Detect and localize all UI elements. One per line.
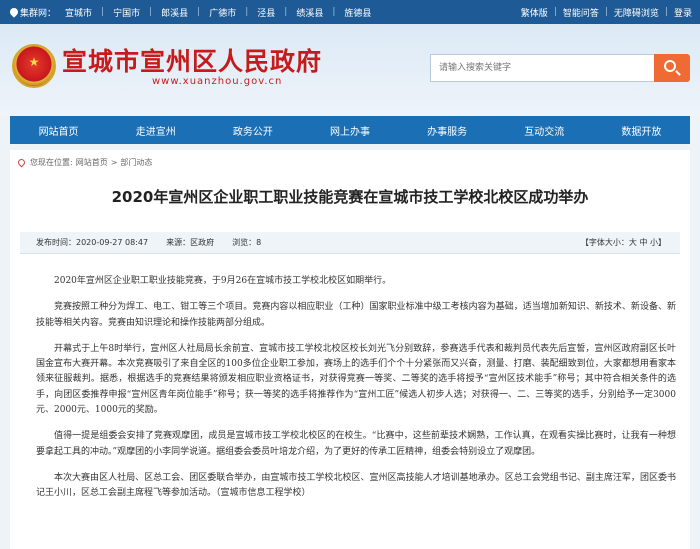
paragraph: 本次大赛由区人社局、区总工会、团区委联合举办，由宣城市技工学校北校区、宣州区高技… <box>36 472 676 499</box>
nav-open-data[interactable]: 数据开放 <box>593 116 690 144</box>
search-button[interactable] <box>654 54 690 82</box>
site-domain: www.xuanzhou.gov.cn <box>152 76 283 87</box>
site-header: ★ 宣城市宣州区人民政府 www.xuanzhou.gov.cn <box>0 24 700 116</box>
site-link-jingxian[interactable]: 泾县 <box>257 6 275 19</box>
site-link-jixi[interactable]: 绩溪县 <box>296 6 323 19</box>
publish-time: 发布时间：2020-09-27 08:47 <box>36 238 149 247</box>
site-link-ningguo[interactable]: 宁国市 <box>113 6 140 19</box>
search-box <box>430 54 690 82</box>
font-size-control[interactable]: 【字体大小：大 中 小】 <box>581 237 666 248</box>
site-title[interactable]: 宣城市宣州区人民政府 <box>62 42 322 78</box>
article-body: 2020年宣州区企业职工职业技能竞赛，于9月26在宣城市技工学校北校区如期举行。… <box>36 274 676 513</box>
breadcrumb-label: 您现在位置: <box>30 158 73 167</box>
article-meta: 发布时间：2020-09-27 08:47 来源：区政府 浏览：8 【字体大小：… <box>20 232 680 254</box>
nav-interaction[interactable]: 互动交流 <box>496 116 593 144</box>
smart-qa-link[interactable]: 智能问答 <box>563 6 599 19</box>
breadcrumb: 您现在位置: 网站首页 > 部门动态 <box>16 157 152 168</box>
paragraph: 开幕式于上午8时举行，宣州区人社局局长余前宣、宣城市技工学校北校区校长刘光飞分别… <box>36 343 676 416</box>
paragraph: 值得一提是组委会安排了竞赛观摩团，成员是宣城市技工学校北校区的在校生。“比赛中，… <box>36 431 676 457</box>
nav-gov-info[interactable]: 政务公开 <box>204 116 301 144</box>
location-pin-icon <box>16 157 27 168</box>
paragraph: 竞赛按照工种分为焊工、电工、钳工等三个项目。竞赛内容以相应职业（工种）国家职业标… <box>36 302 676 328</box>
site-link-xuancheng[interactable]: 宣城市 <box>65 6 92 19</box>
search-input[interactable] <box>430 54 656 82</box>
nav-services[interactable]: 办事服务 <box>399 116 496 144</box>
traditional-chinese-link[interactable]: 繁体版 <box>521 6 548 19</box>
breadcrumb-home[interactable]: 网站首页 <box>76 157 108 168</box>
location-icon <box>8 5 20 18</box>
site-link-jingde[interactable]: 旌德县 <box>344 6 371 19</box>
group-label: 集群网： <box>8 5 56 19</box>
article-title: 2020年宣州区企业职工职业技能竞赛在宣城市技工学校北校区成功举办 <box>111 188 589 206</box>
nav-about[interactable]: 走进宣州 <box>107 116 204 144</box>
view-count: 浏览：8 <box>232 238 262 247</box>
main-nav: 网站首页 走进宣州 政务公开 网上办事 办事服务 互动交流 数据开放 <box>10 116 690 144</box>
search-icon <box>664 60 676 72</box>
nav-home[interactable]: 网站首页 <box>10 116 107 144</box>
accessibility-link[interactable]: 无障碍浏览 <box>614 6 659 19</box>
login-link[interactable]: 登录 <box>674 6 692 19</box>
site-link-guangde[interactable]: 广德市 <box>209 6 236 19</box>
paragraph: 2020年宣州区企业职工职业技能竞赛，于9月26在宣城市技工学校北校区如期举行。 <box>54 276 392 286</box>
article-source: 来源：区政府 <box>166 238 215 247</box>
nav-online-service[interactable]: 网上办事 <box>301 116 398 144</box>
top-bar: 集群网： 宣城市 | 宁国市 | 郎溪县 | 广德市 | 泾县 | 绩溪县 | 旌德县 繁体… <box>0 0 700 24</box>
breadcrumb-section[interactable]: 部门动态 <box>120 157 152 168</box>
national-emblem-icon: ★ <box>12 44 56 88</box>
article-card: 您现在位置: 网站首页 > 部门动态 2020年宣州区企业职工职业技能竞赛在宣城… <box>10 150 690 549</box>
site-link-langxi[interactable]: 郎溪县 <box>161 6 188 19</box>
